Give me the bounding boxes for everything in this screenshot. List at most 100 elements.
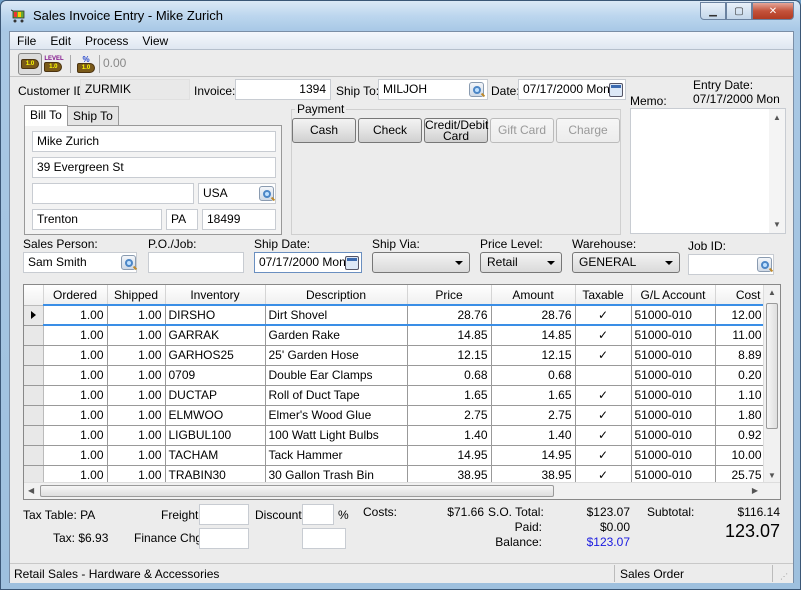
cell-description[interactable]: Dirt Shovel (265, 304, 408, 326)
row-selector[interactable] (24, 365, 44, 386)
ship-via-dropdown[interactable] (372, 252, 470, 273)
row-selector[interactable] (24, 385, 44, 406)
cell-ordered[interactable]: 1.00 (43, 425, 108, 446)
grid-horizontal-scrollbar[interactable]: ◀ ▶ (24, 482, 780, 499)
column-header-description[interactable]: Description (265, 285, 408, 306)
sales-person-field[interactable]: Sam Smith (23, 252, 137, 273)
cell-taxable[interactable]: ✓ (575, 445, 632, 466)
cell-price[interactable]: 14.95 (407, 445, 492, 466)
cell-amount[interactable]: 12.15 (491, 345, 576, 366)
ship-to-lookup-button[interactable] (469, 82, 484, 97)
cell-description[interactable]: 25' Garden Hose (265, 345, 408, 366)
cell-shipped[interactable]: 1.00 (107, 425, 166, 446)
cell-ordered[interactable]: 1.00 (43, 365, 108, 386)
cell-shipped[interactable]: 1.00 (107, 405, 166, 426)
cell-price[interactable]: 14.85 (407, 325, 492, 346)
cell-shipped[interactable]: 1.00 (107, 345, 166, 366)
memo-textarea[interactable]: ▲ ▼ (630, 108, 786, 234)
cell-ordered[interactable]: 1.00 (43, 445, 108, 466)
cell-gl-account[interactable]: 51000-010 (631, 365, 716, 386)
cell-inventory[interactable]: GARRAK (165, 325, 266, 346)
column-header-gl-account[interactable]: G/L Account (631, 285, 716, 306)
cell-price[interactable]: 2.75 (407, 405, 492, 426)
column-header-price[interactable]: Price (407, 285, 492, 306)
cell-gl-account[interactable]: 51000-010 (631, 445, 716, 466)
bill-to-street-field[interactable]: 39 Evergreen St (32, 157, 276, 178)
cell-taxable[interactable]: ✓ (575, 345, 632, 366)
price-level-button[interactable]: LEVEL 1.0 (42, 53, 66, 75)
cell-inventory[interactable]: GARHOS25 (165, 345, 266, 366)
cell-gl-account[interactable]: 51000-010 (631, 304, 716, 326)
vertical-scroll-thumb[interactable] (766, 303, 778, 429)
cell-inventory[interactable]: ELMWOO (165, 405, 266, 426)
cell-shipped[interactable]: 1.00 (107, 304, 166, 326)
country-lookup-button[interactable] (259, 186, 274, 201)
cell-taxable[interactable]: ✓ (575, 425, 632, 446)
table-row[interactable]: 1.00 1.00 GARRAK Garden Rake 14.85 14.85 ✓ 5100… (24, 325, 766, 346)
discount-amount-field[interactable] (302, 528, 346, 549)
bill-to-address3-field[interactable] (32, 183, 194, 204)
memo-scrollbar[interactable]: ▲ ▼ (769, 109, 785, 233)
cell-description[interactable]: Garden Rake (265, 325, 408, 346)
maximize-button[interactable]: ▢ (726, 2, 752, 20)
cell-inventory[interactable]: 0709 (165, 365, 266, 386)
cell-shipped[interactable]: 1.00 (107, 445, 166, 466)
cell-gl-account[interactable]: 51000-010 (631, 325, 716, 346)
row-selector[interactable] (24, 325, 44, 346)
scroll-up-icon[interactable]: ▲ (773, 113, 781, 122)
row-selector[interactable] (24, 445, 44, 466)
column-header-amount[interactable]: Amount (491, 285, 576, 306)
cell-cost[interactable]: 0.20 (715, 365, 766, 386)
cell-price[interactable]: 28.76 (407, 304, 492, 326)
cell-cost[interactable]: 10.00 (715, 445, 766, 466)
cell-ordered[interactable]: 1.00 (43, 385, 108, 406)
new-price-tag-button[interactable]: 1.0 (18, 53, 42, 75)
finance-chg-field[interactable] (199, 528, 249, 549)
warehouse-dropdown[interactable]: GENERAL (572, 252, 680, 273)
cell-amount[interactable]: 28.76 (491, 304, 576, 326)
cell-description[interactable]: Elmer's Wood Glue (265, 405, 408, 426)
cell-cost[interactable]: 1.80 (715, 405, 766, 426)
cell-amount[interactable]: 1.40 (491, 425, 576, 446)
column-header-inventory[interactable]: Inventory (165, 285, 266, 306)
column-header-ordered[interactable]: Ordered (43, 285, 108, 306)
cell-cost[interactable]: 0.92 (715, 425, 766, 446)
row-selector[interactable] (24, 305, 44, 326)
cell-amount[interactable]: 2.75 (491, 405, 576, 426)
cell-price[interactable]: 12.15 (407, 345, 492, 366)
bill-to-city-field[interactable]: Trenton (32, 209, 162, 230)
cell-ordered[interactable]: 1.00 (43, 345, 108, 366)
close-button[interactable]: ✕ (752, 2, 794, 20)
menu-file[interactable]: File (10, 32, 43, 49)
cell-amount[interactable]: 14.95 (491, 445, 576, 466)
table-row[interactable]: 1.00 1.00 DUCTAP Roll of Duct Tape 1.65 1.65 ✓… (24, 385, 766, 406)
line-items-grid[interactable]: Ordered Shipped Inventory Description Pr… (23, 284, 781, 500)
menu-process[interactable]: Process (78, 32, 135, 49)
title-bar[interactable]: Sales Invoice Entry - Mike Zurich ▁ ▢ ✕ (1, 1, 800, 31)
cell-ordered[interactable]: 1.00 (43, 325, 108, 346)
cell-cost[interactable]: 1.10 (715, 385, 766, 406)
minimize-button[interactable]: ▁ (700, 2, 726, 20)
bill-to-state-field[interactable]: PA (166, 209, 198, 230)
cell-description[interactable]: Tack Hammer (265, 445, 408, 466)
tab-ship-to[interactable]: Ship To (67, 106, 119, 126)
menu-view[interactable]: View (135, 32, 175, 49)
cell-cost[interactable]: 8.89 (715, 345, 766, 366)
gift-card-button[interactable]: Gift Card (490, 118, 554, 143)
po-job-field[interactable] (148, 252, 244, 273)
cell-inventory[interactable]: LIGBUL100 (165, 425, 266, 446)
discount-percent-field[interactable] (302, 504, 334, 525)
scroll-up-icon[interactable]: ▲ (768, 288, 776, 297)
column-header-taxable[interactable]: Taxable (575, 285, 632, 306)
cell-gl-account[interactable]: 51000-010 (631, 385, 716, 406)
cell-taxable[interactable]: ✓ (575, 304, 632, 326)
cell-price[interactable]: 0.68 (407, 365, 492, 386)
cell-gl-account[interactable]: 51000-010 (631, 425, 716, 446)
cell-amount[interactable]: 14.85 (491, 325, 576, 346)
cell-taxable[interactable]: ✓ (575, 385, 632, 406)
bill-to-zip-field[interactable]: 18499 (202, 209, 276, 230)
credit-debit-card-button[interactable]: Credit/Debit Card (424, 118, 488, 143)
column-header-shipped[interactable]: Shipped (107, 285, 166, 306)
cell-price[interactable]: 1.65 (407, 385, 492, 406)
cell-gl-account[interactable]: 51000-010 (631, 405, 716, 426)
